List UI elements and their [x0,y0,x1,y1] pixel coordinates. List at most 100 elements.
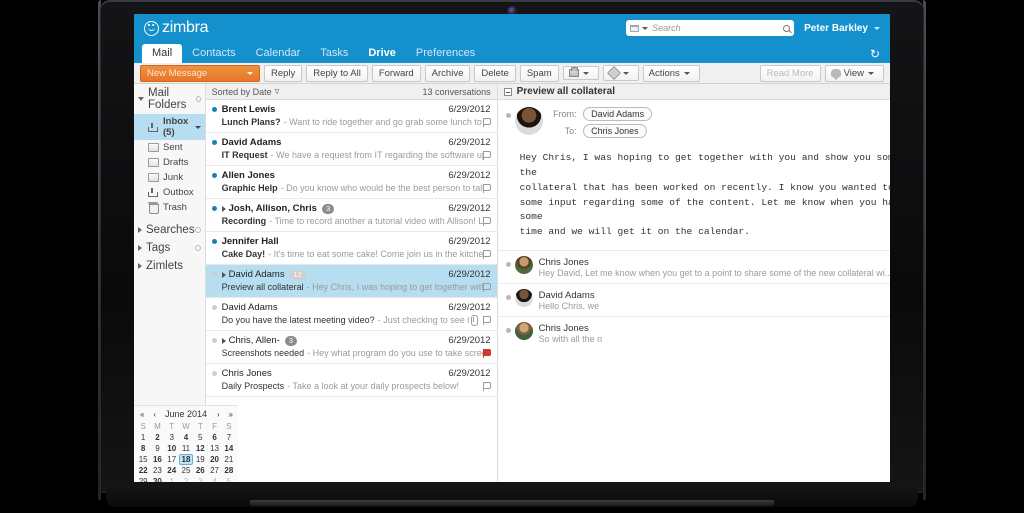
calendar-day[interactable]: 28 [222,465,236,476]
view-chevron-down-icon[interactable] [868,71,874,75]
refresh-icon[interactable]: ↻ [870,48,880,63]
flag-icon[interactable] [482,249,491,259]
sort-chevron-icon[interactable]: ∇ [275,88,280,96]
unread-indicator[interactable] [211,371,217,376]
flag-icon[interactable] [482,117,491,127]
calendar-day[interactable]: 8 [136,443,150,454]
sidebar-item-outbox[interactable]: Outbox [134,185,205,200]
flag-icon[interactable] [482,282,491,292]
search-type-icon[interactable] [630,24,640,32]
calendar-day[interactable]: 10 [165,443,179,454]
calendar-next-month-button[interactable]: › [217,410,220,419]
calendar-day[interactable]: 20 [207,454,221,465]
sidebar-section-tags[interactable]: Tags [134,239,205,257]
message-row[interactable]: Chris Jones 6/29/2012 Daily Prospects - … [205,364,497,397]
unread-indicator[interactable] [211,272,217,277]
calendar-day[interactable]: 13 [207,443,221,454]
chevron-right-icon[interactable] [138,227,142,233]
sidebar-section-zimlets[interactable]: Zimlets [134,257,205,275]
reply-button[interactable]: Reply [264,64,303,82]
calendar-day[interactable]: 1 [165,476,179,482]
flag-icon[interactable] [482,183,491,193]
calendar-prev-month-button[interactable]: ‹ [153,410,156,419]
calendar-day[interactable]: 27 [207,465,221,476]
read-status-dot[interactable] [505,295,511,301]
message-row[interactable]: Allen Jones 6/29/2012 Graphic Help - Do … [205,166,497,199]
inbox-chevron-down-icon[interactable] [194,125,201,129]
chevron-down-icon[interactable] [642,26,649,30]
calendar-day[interactable]: 4 [207,476,221,482]
calendar-day[interactable]: 19 [193,454,207,465]
message-row[interactable]: Brent Lewis 6/29/2012 Lunch Plans? - Wan… [205,100,497,133]
calendar-day[interactable]: 22 [136,465,150,476]
message-row[interactable]: Josh, Allison, Chris 3 6/29/2012 Recordi… [205,199,497,232]
user-menu[interactable]: Peter Barkley [804,23,868,34]
calendar-next-year-button[interactable]: » [229,410,234,419]
flag-icon[interactable] [482,150,491,160]
search-input[interactable]: Search [652,23,783,33]
calendar-day[interactable]: 25 [179,465,193,476]
sidebar-item-drafts[interactable]: Drafts [134,155,205,170]
message-row[interactable]: Jennifer Hall 6/29/2012 Cake Day! - It's… [205,232,497,265]
message-row[interactable]: David Adams 12 6/29/2012 Preview all col… [205,265,497,298]
to-chip[interactable]: Chris Jones [583,124,647,138]
read-status-dot[interactable] [505,328,511,334]
flag-icon[interactable] [482,348,491,358]
tab-calendar[interactable]: Calendar [246,44,311,63]
expand-conversation-icon[interactable] [221,205,226,212]
sidebar-item-sent[interactable]: Sent [134,140,205,155]
sidebar-section-searches[interactable]: Searches [134,221,205,239]
calendar-day[interactable]: 26 [193,465,207,476]
unread-indicator[interactable] [211,173,217,178]
calendar-day[interactable]: 12 [193,443,207,454]
flag-icon[interactable] [482,216,491,226]
calendar-day[interactable]: 17 [165,454,179,465]
actions-button[interactable]: Actions [642,64,700,82]
message-row[interactable]: Chris, Allen- 3 6/29/2012 Screenshots ne… [205,331,497,364]
calendar-day[interactable]: 18 [178,454,194,465]
calendar-day[interactable]: 1 [136,432,150,443]
searches-options-icon[interactable] [194,227,201,233]
calendar-day[interactable]: 5 [193,432,207,443]
new-message-chevron-down-icon[interactable] [247,71,253,75]
unread-indicator[interactable] [211,206,217,211]
calendar-day[interactable]: 21 [222,454,236,465]
chevron-down-icon[interactable] [138,97,144,101]
calendar-days-grid[interactable]: 1 2 3 4 5 6 7 8 9 10 11 12 13 14 15 16 17 18 19 20 21 22 23 24 2… [136,432,236,482]
read-status-dot[interactable] [505,113,511,118]
reply-all-button[interactable]: Reply to All [306,64,368,82]
view-button[interactable]: View [824,64,884,82]
flag-icon[interactable] [482,381,491,391]
sidebar-item-inbox[interactable]: Inbox (5) [134,114,205,140]
expand-conversation-icon[interactable] [221,337,226,344]
calendar-day[interactable]: 15 [136,454,150,465]
tab-preferences[interactable]: Preferences [406,44,485,63]
expand-conversation-icon[interactable] [221,271,226,278]
search-icon[interactable] [783,24,791,32]
tab-drive[interactable]: Drive [358,44,406,63]
archive-button[interactable]: Archive [424,64,471,82]
delete-button[interactable]: Delete [474,64,516,82]
calendar-day[interactable]: 2 [150,432,164,443]
tab-mail[interactable]: Mail [142,44,183,63]
tag-chevron-down-icon[interactable] [622,71,629,75]
tags-options-icon[interactable] [194,245,201,251]
sidebar-item-trash[interactable]: Trash [134,200,205,215]
calendar-day[interactable]: 9 [150,443,164,454]
search-box[interactable]: Search [626,20,795,36]
from-chip[interactable]: David Adams [583,107,653,121]
calendar-day[interactable]: 5 [222,476,236,482]
calendar-day[interactable]: 14 [222,443,236,454]
move-chevron-down-icon[interactable] [582,71,589,75]
read-more-button[interactable]: Read More [759,64,821,82]
calendar-day[interactable]: 3 [165,432,179,443]
actions-chevron-down-icon[interactable] [683,71,690,75]
sort-by-button[interactable]: Sorted by Date [212,87,272,97]
message-row[interactable]: David Adams 6/29/2012 IT Request - We ha… [205,133,497,166]
forward-button[interactable]: Forward [371,64,421,82]
calendar-day[interactable]: 4 [179,432,193,443]
conversation-row[interactable]: Chris Jones Hey David, Let me know when … [497,250,890,283]
folder-options-icon[interactable] [195,96,201,102]
chevron-right-icon[interactable] [138,263,142,269]
sidebar-section-mail-folders[interactable]: Mail Folders [134,84,205,114]
